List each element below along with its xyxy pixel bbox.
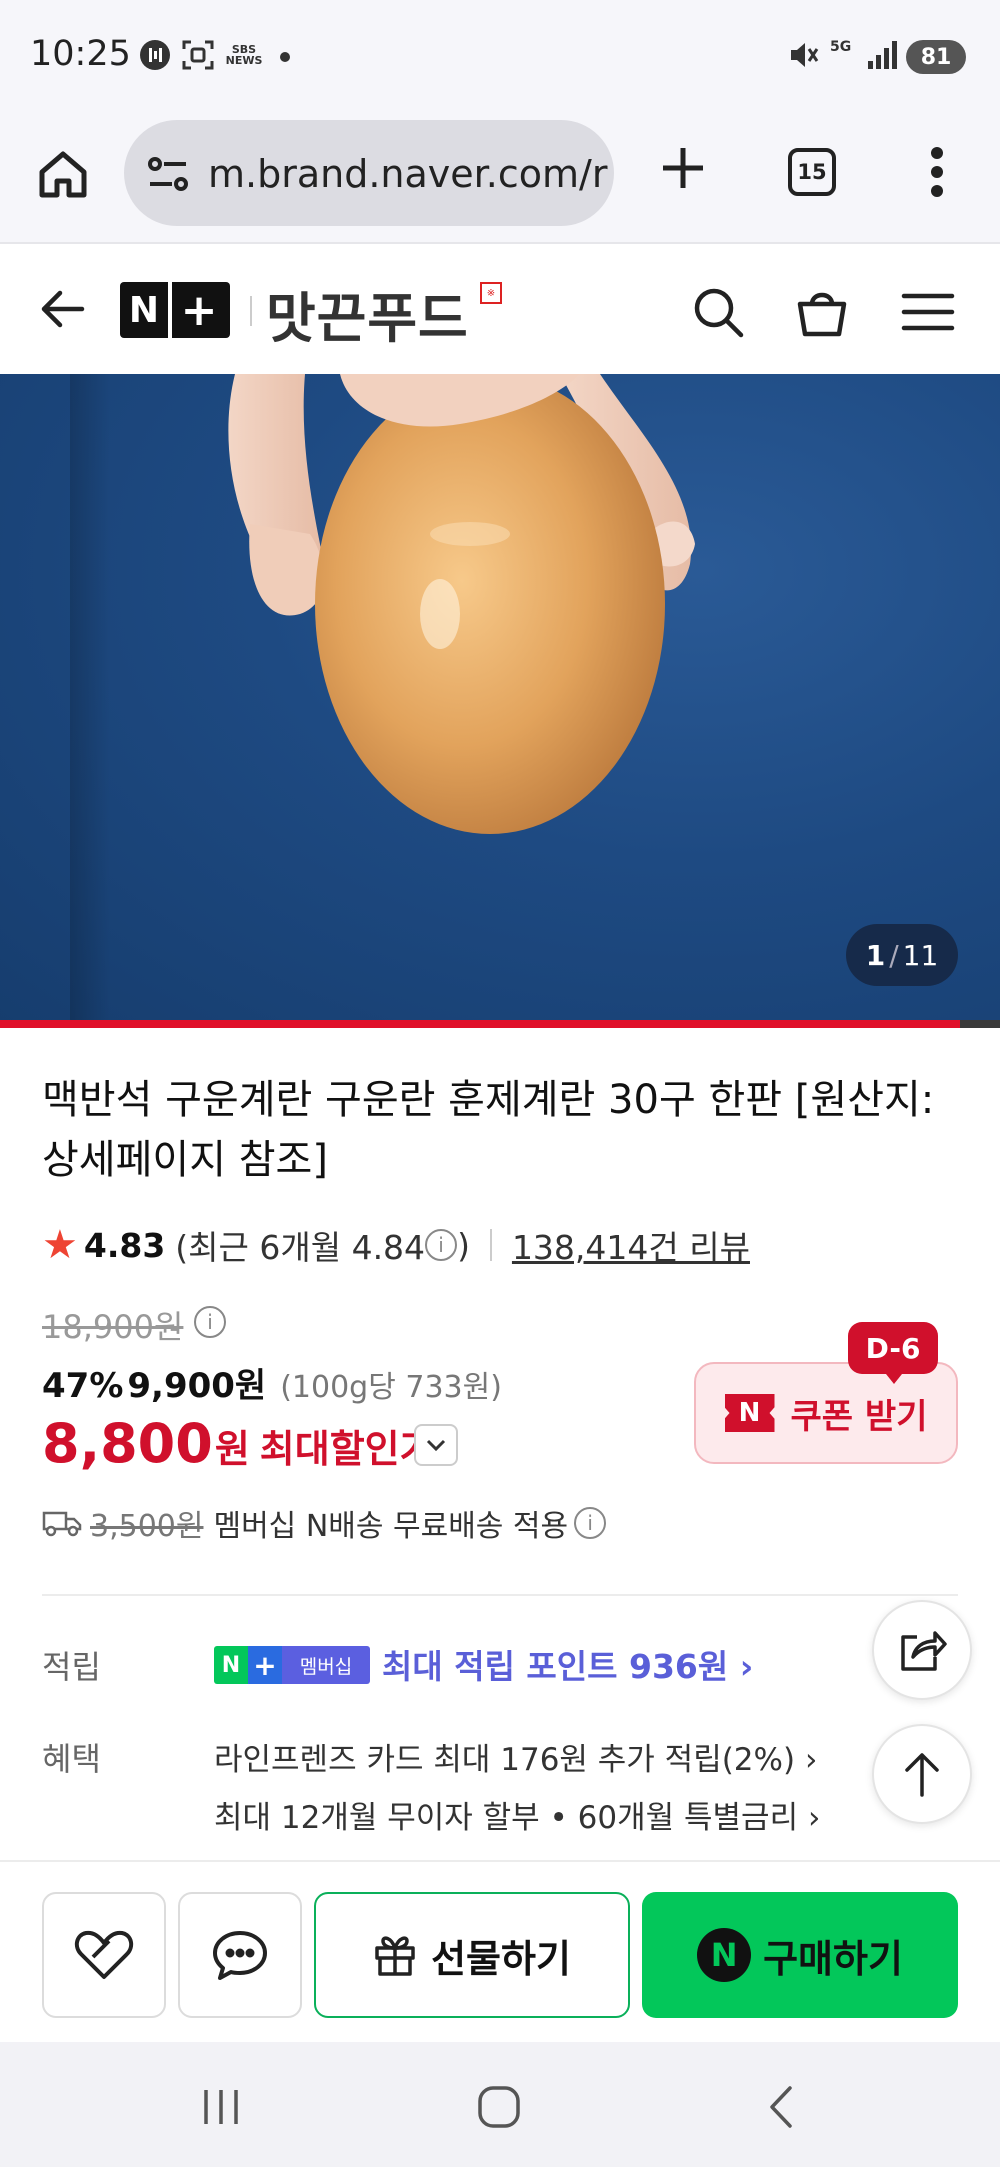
chat-bubble-icon [213, 1931, 267, 1980]
shipping-row: 3,500원 멤버십 N배송 무료배송 적용 i [42, 1500, 607, 1546]
recent-rating: (최근 6개월 4.84 [175, 1228, 426, 1267]
unit-price: (100g당 733원) [280, 1370, 502, 1405]
shipping-old-fee: 3,500원 [90, 1509, 204, 1544]
logo-plus: + [180, 284, 218, 336]
logo-n: N [120, 282, 172, 338]
info-icon[interactable]: i [425, 1229, 458, 1261]
gift-button[interactable]: 선물하기 [314, 1892, 630, 2018]
brand-seal-icon: ※ [480, 282, 502, 304]
price-info-icon[interactable]: i [194, 1306, 226, 1338]
buy-label: 구매하기 [763, 1936, 903, 1981]
coupon-button[interactable]: N 쿠폰 받기 [694, 1362, 958, 1464]
browser-toolbar: m.brand.naver.com/r 15 [0, 112, 1000, 244]
notification-dot [280, 52, 290, 62]
max-points-link[interactable]: 최대 적립 포인트 936원 › [382, 1640, 753, 1688]
screenshot-icon [180, 38, 216, 72]
section-divider [42, 1594, 958, 1596]
sbs-news-icon: SBS NEWS [225, 43, 263, 67]
rating-score: 4.83 [83, 1225, 166, 1265]
original-price: 18,900원 [42, 1308, 184, 1346]
badge-n: N [214, 1646, 248, 1684]
home-button-icon[interactable] [474, 2082, 524, 2132]
gift-icon [375, 1936, 415, 1976]
coupon-dday-badge: D-6 [848, 1322, 938, 1384]
brand-header: N + 맛끈푸드 ※ [0, 246, 1000, 374]
coupon-label: 쿠폰 받기 [790, 1396, 928, 1437]
max-discount-row: 8,800 원 최대할인가 [42, 1412, 435, 1475]
sale-price: 9,900원 [127, 1366, 267, 1406]
status-bar: 10:25 SBS NEWS 5G 81 [0, 0, 1000, 112]
shopping-bag-icon[interactable] [794, 284, 850, 340]
badge-membership: 멤버십 [282, 1646, 370, 1684]
egg-in-hand-image [228, 374, 695, 834]
heart-icon [74, 1930, 134, 1979]
scroll-top-button[interactable] [872, 1724, 972, 1824]
brand-divider [250, 296, 252, 326]
discount-rate: 47% [42, 1366, 124, 1406]
current-slide: 1 [865, 938, 886, 972]
signal-icon [864, 38, 900, 72]
review-count-link[interactable]: 138,414건 리뷰 [512, 1221, 750, 1269]
max-discount-label: 최대할인가 [259, 1427, 435, 1471]
tab-switcher-button[interactable]: 15 [788, 148, 836, 196]
shipping-info-icon[interactable]: i [574, 1507, 607, 1539]
wishlist-button[interactable] [42, 1892, 166, 2018]
card-benefit-link[interactable]: 라인프렌즈 카드 최대 176원 추가 적립(2%) › [214, 1734, 817, 1779]
new-tab-icon[interactable] [655, 140, 711, 196]
counter-separator: / [889, 938, 899, 972]
purchase-action-bar: 선물하기 N 구매하기 [0, 1860, 1000, 2042]
chevron-down-icon[interactable] [414, 1424, 458, 1466]
arrow-up-icon [905, 1753, 939, 1797]
naver-plus-logo[interactable]: N + [120, 282, 230, 338]
badge-plus: + [248, 1646, 282, 1684]
recent-apps-icon[interactable] [196, 2082, 246, 2132]
share-icon [901, 1631, 947, 1671]
star-icon: ★ [42, 1222, 78, 1268]
back-arrow-icon[interactable] [38, 284, 88, 334]
shipping-text: 멤버십 N배송 무료배송 적용 [213, 1509, 569, 1544]
image-counter: 1 / 11 [846, 924, 958, 986]
mute-icon [786, 38, 822, 72]
max-discount-price: 8,800 [42, 1412, 213, 1475]
address-bar[interactable]: m.brand.naver.com/r [124, 120, 614, 226]
sale-price-row: 47% 9,900원 (100g당 733원) [42, 1358, 502, 1407]
installment-benefit-link[interactable]: 최대 12개월 무이자 할부 • 60개월 특별금리 › [214, 1792, 820, 1837]
truck-icon [42, 1511, 82, 1537]
product-image-carousel[interactable] [0, 374, 1000, 1028]
battery-indicator: 81 [906, 40, 966, 74]
share-button[interactable] [872, 1600, 972, 1700]
brand-name[interactable]: 맛끈푸드 [266, 274, 469, 353]
carousel-progress-bar [0, 1020, 1000, 1028]
rating-row: ★ 4.83 (최근 6개월 4.84 i ) 138,414건 리뷰 [42, 1222, 750, 1268]
membership-badge: N + 멤버십 [214, 1646, 370, 1684]
gift-label: 선물하기 [431, 1936, 571, 1981]
recent-rating-close: ) [457, 1225, 470, 1265]
search-icon[interactable] [690, 284, 746, 340]
product-title: 맥반석 구운계란 구운란 훈제계란 30구 한판 [원산지: 상세페이지 참조] [42, 1077, 935, 1183]
benefit-label: 혜택 [42, 1740, 101, 1778]
carousel-progress-fill [0, 1020, 960, 1028]
system-navigation-bar [0, 2042, 1000, 2167]
coupon-ticket-icon: N [724, 1394, 775, 1432]
rating-divider [489, 1229, 492, 1261]
network-type: 5G [830, 39, 852, 55]
app-notification-icon [138, 38, 172, 72]
url-text: m.brand.naver.com/r [208, 152, 608, 196]
home-icon[interactable] [36, 147, 90, 201]
buy-button[interactable]: N 구매하기 [642, 1892, 958, 2018]
naver-pay-icon: N [697, 1928, 752, 1982]
max-discount-won: 원 [214, 1427, 250, 1471]
system-back-icon[interactable] [758, 2082, 808, 2132]
talktalk-button[interactable] [178, 1892, 302, 2018]
site-settings-icon[interactable] [146, 154, 190, 194]
hamburger-menu-icon[interactable] [900, 284, 956, 340]
points-label: 적립 [42, 1648, 101, 1686]
total-slides: 11 [902, 938, 939, 972]
more-menu-icon[interactable] [930, 146, 944, 198]
status-time: 10:25 [30, 34, 131, 74]
